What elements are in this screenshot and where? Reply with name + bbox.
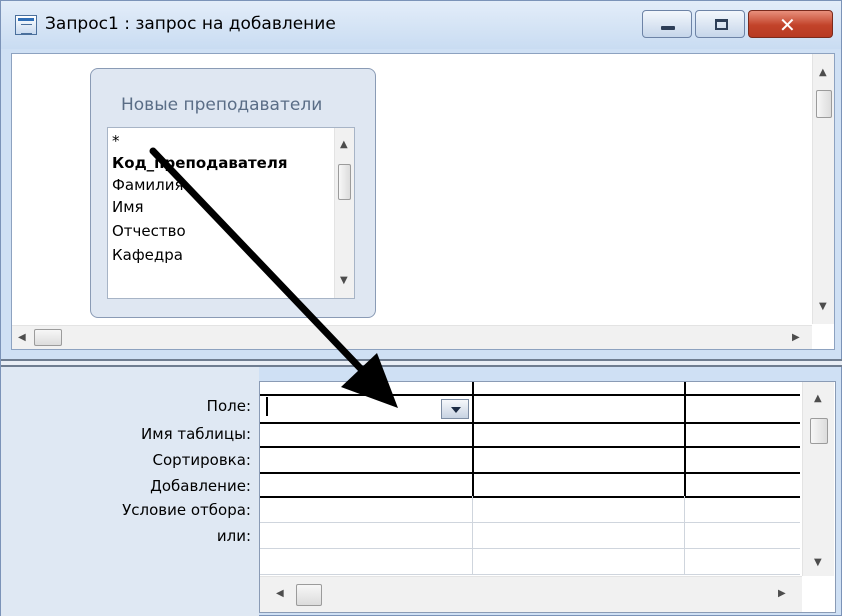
grid-line xyxy=(260,422,800,424)
field-list-item[interactable]: Фамилия xyxy=(112,176,184,194)
close-button[interactable]: ✕ xyxy=(748,10,833,38)
grid-line xyxy=(684,496,685,574)
row-label-field: Поле: xyxy=(206,397,251,415)
design-grid[interactable]: ▲ ▼ ◀ ▶ xyxy=(259,381,836,613)
scroll-up-icon[interactable]: ▲ xyxy=(814,394,822,404)
scroll-down-icon[interactable]: ▼ xyxy=(340,276,348,286)
field-list-item[interactable]: Код_преподавателя xyxy=(112,154,287,172)
grid-line xyxy=(260,394,800,396)
scroll-thumb[interactable] xyxy=(34,329,62,346)
minimize-button[interactable] xyxy=(642,10,692,38)
grid-line xyxy=(472,496,473,574)
table-pane-hscrollbar[interactable]: ◀ ▶ xyxy=(12,325,812,349)
field-list-scrollbar[interactable]: ▲ ▼ xyxy=(334,128,354,298)
field-dropdown-button[interactable] xyxy=(441,399,469,419)
field-list-item[interactable]: Кафедра xyxy=(112,246,183,264)
scroll-thumb[interactable] xyxy=(810,418,828,444)
field-list-item[interactable]: * xyxy=(112,132,120,150)
row-label-sort: Сортировка: xyxy=(152,451,251,469)
scroll-up-icon[interactable]: ▲ xyxy=(340,140,348,150)
maximize-button[interactable] xyxy=(695,10,745,38)
minimize-icon xyxy=(661,26,675,30)
grid-line xyxy=(684,382,686,496)
pane-splitter[interactable] xyxy=(1,359,842,367)
scroll-thumb[interactable] xyxy=(338,164,351,200)
maximize-icon xyxy=(715,19,728,30)
scroll-right-icon[interactable]: ▶ xyxy=(778,589,786,599)
grid-line xyxy=(260,548,800,549)
grid-line xyxy=(260,446,800,448)
field-list-item[interactable]: Отчество xyxy=(112,222,186,240)
table-pane-vscrollbar[interactable]: ▲ ▼ xyxy=(812,54,834,324)
scroll-right-icon[interactable]: ▶ xyxy=(792,333,800,343)
row-label-table: Имя таблицы: xyxy=(141,425,251,443)
window-title: Запрос1 : запрос на добавление xyxy=(45,14,336,34)
row-label-criteria: Условие отбора: xyxy=(122,501,251,519)
grid-vscrollbar[interactable]: ▲ ▼ xyxy=(802,382,834,576)
grid-line xyxy=(260,522,800,523)
scroll-left-icon[interactable]: ◀ xyxy=(276,589,284,599)
query-window: Запрос1 : запрос на добавление ✕ Новые п… xyxy=(0,0,842,616)
title-bar[interactable]: Запрос1 : запрос на добавление ✕ xyxy=(1,1,841,49)
query-icon[interactable] xyxy=(15,15,37,35)
field-list-box: * Код_преподавателя Фамилия Имя Отчество… xyxy=(107,127,355,299)
grid-line xyxy=(260,574,800,575)
grid-hscrollbar[interactable]: ◀ ▶ xyxy=(260,576,802,612)
field-list-title[interactable]: Новые преподаватели xyxy=(121,95,322,115)
grid-line xyxy=(260,496,800,498)
scroll-down-icon[interactable]: ▼ xyxy=(819,302,827,312)
scroll-down-icon[interactable]: ▼ xyxy=(814,558,822,568)
close-icon: ✕ xyxy=(779,13,796,37)
table-pane: Новые преподаватели * Код_преподавателя … xyxy=(11,53,835,350)
field-list-window[interactable]: Новые преподаватели * Код_преподавателя … xyxy=(90,68,376,318)
scroll-left-icon[interactable]: ◀ xyxy=(18,333,26,343)
scroll-thumb[interactable] xyxy=(816,90,832,118)
row-label-or: или: xyxy=(216,527,251,545)
row-labels: Поле: Имя таблицы: Сортировка: Добавлени… xyxy=(1,367,259,616)
chevron-down-icon xyxy=(451,407,461,413)
scroll-up-icon[interactable]: ▲ xyxy=(819,68,827,78)
text-caret xyxy=(266,397,268,416)
grid-line xyxy=(260,472,800,474)
field-list-item[interactable]: Имя xyxy=(112,198,144,216)
grid-line xyxy=(472,382,474,496)
scroll-thumb[interactable] xyxy=(296,584,322,606)
row-label-append: Добавление: xyxy=(150,477,251,495)
